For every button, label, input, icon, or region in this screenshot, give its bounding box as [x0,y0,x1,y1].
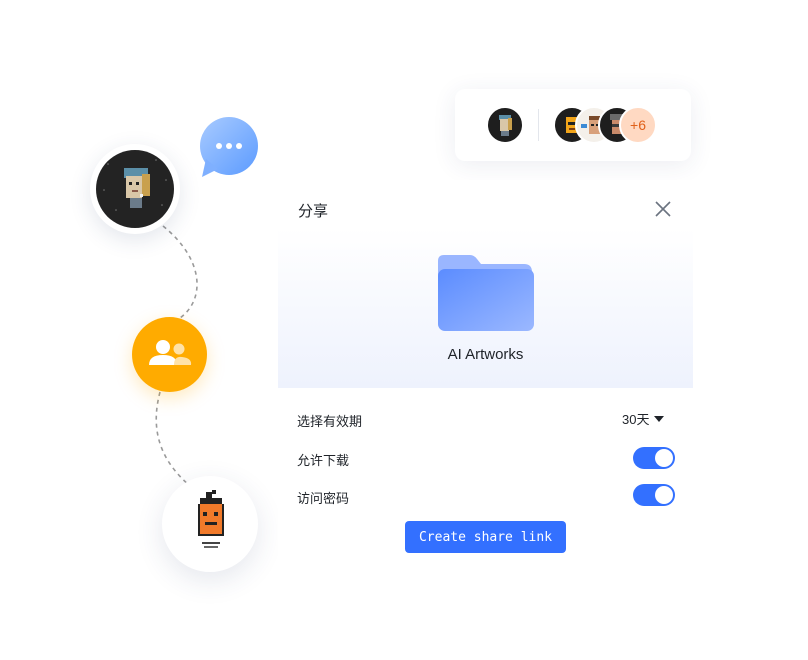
toggle-knob [655,449,673,467]
more-participants-badge[interactable]: +6 [619,106,657,144]
expiry-select[interactable]: 30天 [622,409,665,428]
toggle-knob [655,486,673,504]
access-password-toggle[interactable] [633,484,675,506]
avatar-pearl-earring [90,144,180,234]
access-password-label: 访问密码 [297,491,350,506]
caret-down-icon [654,415,665,422]
allow-download-toggle[interactable] [633,447,675,469]
close-icon[interactable] [653,199,673,219]
allow-download-label: 允许下载 [297,453,350,468]
expiry-label: 选择有效期 [297,414,363,429]
participant-avatar[interactable] [486,106,524,144]
expiry-value: 30天 [622,412,650,427]
share-dialog: 分享 AI Artworks 选择有效期 30天 允许下载 访问密码 Creat… [278,180,693,570]
folder-name: AI Artworks [447,346,524,363]
chat-bubble-icon [200,117,258,177]
participants-divider [538,109,539,141]
participants-card: +6 [455,89,691,161]
folder-icon [438,255,534,331]
avatar-spray-can [162,476,258,572]
dialog-title: 分享 [298,203,329,220]
folder-preview: AI Artworks [278,228,693,388]
group-badge [132,317,207,392]
group-icon [149,340,192,365]
create-share-link-button[interactable]: Create share link [405,521,566,553]
